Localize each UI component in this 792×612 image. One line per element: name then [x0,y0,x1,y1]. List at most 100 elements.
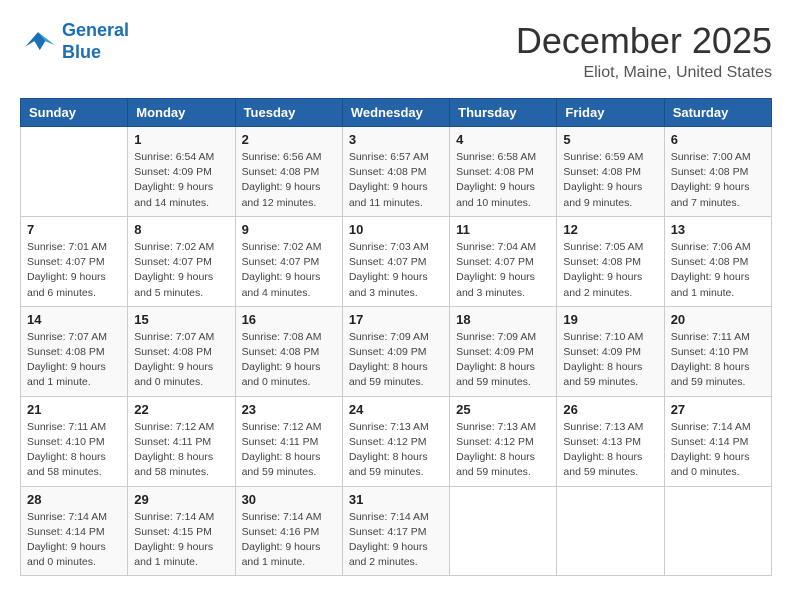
day-info: Sunrise: 7:11 AM Sunset: 4:10 PM Dayligh… [671,330,765,391]
day-number: 23 [242,402,336,417]
day-number: 11 [456,222,550,237]
calendar-cell: 26 Sunrise: 7:13 AM Sunset: 4:13 PM Dayli… [557,396,664,486]
day-number: 13 [671,222,765,237]
day-info: Sunrise: 7:05 AM Sunset: 4:08 PM Dayligh… [563,240,657,301]
calendar-cell: 23 Sunrise: 7:12 AM Sunset: 4:11 PM Dayli… [235,396,342,486]
calendar-cell: 11 Sunrise: 7:04 AM Sunset: 4:07 PM Dayli… [450,216,557,306]
calendar-cell: 14 Sunrise: 7:07 AM Sunset: 4:08 PM Dayli… [21,306,128,396]
weekday-row: SundayMondayTuesdayWednesdayThursdayFrid… [21,99,772,127]
calendar-cell: 4 Sunrise: 6:58 AM Sunset: 4:08 PM Daylig… [450,127,557,217]
day-number: 16 [242,312,336,327]
calendar-cell: 24 Sunrise: 7:13 AM Sunset: 4:12 PM Dayli… [342,396,449,486]
calendar-cell: 28 Sunrise: 7:14 AM Sunset: 4:14 PM Dayli… [21,486,128,576]
day-info: Sunrise: 7:12 AM Sunset: 4:11 PM Dayligh… [242,420,336,481]
weekday-header-wednesday: Wednesday [342,99,449,127]
day-number: 2 [242,132,336,147]
day-info: Sunrise: 7:02 AM Sunset: 4:07 PM Dayligh… [242,240,336,301]
logo-line2: Blue [62,42,101,62]
day-info: Sunrise: 7:02 AM Sunset: 4:07 PM Dayligh… [134,240,228,301]
logo-line1: General [62,20,129,40]
calendar-cell: 16Sunrise: 7:08 AM Sunset: 4:08 PM Dayli… [235,306,342,396]
day-number: 15 [134,312,228,327]
page-header: General Blue December 2025 Eliot, Maine,… [20,20,772,82]
day-info: Sunrise: 6:58 AM Sunset: 4:08 PM Dayligh… [456,150,550,211]
day-number: 5 [563,132,657,147]
calendar-cell: 19 Sunrise: 7:10 AM Sunset: 4:09 PM Dayli… [557,306,664,396]
calendar-cell: 1Sunrise: 6:54 AM Sunset: 4:09 PM Daylig… [128,127,235,217]
day-info: Sunrise: 7:09 AM Sunset: 4:09 PM Dayligh… [349,330,443,391]
day-number: 9 [242,222,336,237]
day-info: Sunrise: 7:06 AM Sunset: 4:08 PM Dayligh… [671,240,765,301]
day-info: Sunrise: 7:13 AM Sunset: 4:12 PM Dayligh… [349,420,443,481]
day-info: Sunrise: 7:10 AM Sunset: 4:09 PM Dayligh… [563,330,657,391]
location-title: Eliot, Maine, United States [516,64,772,82]
calendar-cell: 27 Sunrise: 7:14 AM Sunset: 4:14 PM Dayli… [664,396,771,486]
day-info: Sunrise: 7:13 AM Sunset: 4:12 PM Dayligh… [456,420,550,481]
day-number: 25 [456,402,550,417]
day-info: Sunrise: 7:14 AM Sunset: 4:14 PM Dayligh… [671,420,765,481]
weekday-header-saturday: Saturday [664,99,771,127]
day-info: Sunrise: 7:03 AM Sunset: 4:07 PM Dayligh… [349,240,443,301]
day-number: 31 [349,492,443,507]
day-number: 26 [563,402,657,417]
day-info: Sunrise: 7:11 AM Sunset: 4:10 PM Dayligh… [27,420,121,481]
day-info: Sunrise: 6:57 AM Sunset: 4:08 PM Dayligh… [349,150,443,211]
calendar-cell: 21 Sunrise: 7:11 AM Sunset: 4:10 PM Dayli… [21,396,128,486]
calendar-cell: 31 Sunrise: 7:14 AM Sunset: 4:17 PM Dayli… [342,486,449,576]
day-number: 28 [27,492,121,507]
day-info: Sunrise: 7:13 AM Sunset: 4:13 PM Dayligh… [563,420,657,481]
calendar-cell: 10 Sunrise: 7:03 AM Sunset: 4:07 PM Dayli… [342,216,449,306]
logo-text: General Blue [62,20,129,63]
day-info: Sunrise: 7:14 AM Sunset: 4:14 PM Dayligh… [27,510,121,571]
calendar-cell: 12 Sunrise: 7:05 AM Sunset: 4:08 PM Dayli… [557,216,664,306]
day-number: 27 [671,402,765,417]
calendar-cell: 25 Sunrise: 7:13 AM Sunset: 4:12 PM Dayli… [450,396,557,486]
day-number: 4 [456,132,550,147]
day-info: Sunrise: 7:01 AM Sunset: 4:07 PM Dayligh… [27,240,121,301]
day-info: Sunrise: 6:59 AM Sunset: 4:08 PM Dayligh… [563,150,657,211]
week-row-4: 28 Sunrise: 7:14 AM Sunset: 4:14 PM Dayli… [21,486,772,576]
calendar-cell: 18 Sunrise: 7:09 AM Sunset: 4:09 PM Dayli… [450,306,557,396]
week-row-3: 21 Sunrise: 7:11 AM Sunset: 4:10 PM Dayli… [21,396,772,486]
day-number: 12 [563,222,657,237]
calendar-cell [21,127,128,217]
logo: General Blue [20,20,129,63]
calendar-cell: 6Sunrise: 7:00 AM Sunset: 4:08 PM Daylig… [664,127,771,217]
weekday-header-sunday: Sunday [21,99,128,127]
day-info: Sunrise: 7:14 AM Sunset: 4:17 PM Dayligh… [349,510,443,571]
day-number: 20 [671,312,765,327]
calendar-table: SundayMondayTuesdayWednesdayThursdayFrid… [20,98,772,576]
day-info: Sunrise: 7:07 AM Sunset: 4:08 PM Dayligh… [27,330,121,391]
calendar-cell: 20 Sunrise: 7:11 AM Sunset: 4:10 PM Dayli… [664,306,771,396]
day-info: Sunrise: 7:14 AM Sunset: 4:15 PM Dayligh… [134,510,228,571]
weekday-header-friday: Friday [557,99,664,127]
day-number: 22 [134,402,228,417]
day-number: 10 [349,222,443,237]
weekday-header-monday: Monday [128,99,235,127]
day-info: Sunrise: 7:04 AM Sunset: 4:07 PM Dayligh… [456,240,550,301]
calendar-cell [664,486,771,576]
day-number: 24 [349,402,443,417]
calendar-cell: 29Sunrise: 7:14 AM Sunset: 4:15 PM Dayli… [128,486,235,576]
day-number: 18 [456,312,550,327]
calendar-cell [557,486,664,576]
day-number: 30 [242,492,336,507]
day-number: 21 [27,402,121,417]
weekday-header-thursday: Thursday [450,99,557,127]
week-row-1: 7Sunrise: 7:01 AM Sunset: 4:07 PM Daylig… [21,216,772,306]
calendar-cell [450,486,557,576]
calendar-cell: 2 Sunrise: 6:56 AM Sunset: 4:08 PM Daylig… [235,127,342,217]
calendar-body: 1Sunrise: 6:54 AM Sunset: 4:09 PM Daylig… [21,127,772,576]
day-number: 8 [134,222,228,237]
day-info: Sunrise: 6:56 AM Sunset: 4:08 PM Dayligh… [242,150,336,211]
title-block: December 2025 Eliot, Maine, United State… [516,20,772,82]
calendar-cell: 7Sunrise: 7:01 AM Sunset: 4:07 PM Daylig… [21,216,128,306]
week-row-0: 1Sunrise: 6:54 AM Sunset: 4:09 PM Daylig… [21,127,772,217]
day-info: Sunrise: 7:09 AM Sunset: 4:09 PM Dayligh… [456,330,550,391]
day-number: 14 [27,312,121,327]
calendar-cell: 9 Sunrise: 7:02 AM Sunset: 4:07 PM Daylig… [235,216,342,306]
day-number: 19 [563,312,657,327]
month-title: December 2025 [516,20,772,62]
day-number: 6 [671,132,765,147]
calendar-header: SundayMondayTuesdayWednesdayThursdayFrid… [21,99,772,127]
